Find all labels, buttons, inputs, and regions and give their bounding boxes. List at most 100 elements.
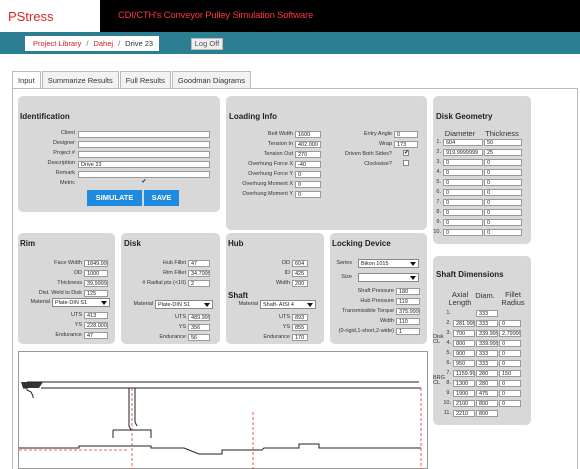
shaft-diameter-field[interactable]: 800 (476, 400, 498, 407)
shaft-diameter-field[interactable]: 333 (476, 350, 498, 357)
disk-diameter-field[interactable]: 919.9999999 (443, 149, 483, 156)
shaft-pressure-field[interactable]: 180 (396, 288, 420, 295)
overhung-moment-y-field[interactable]: 0 (295, 191, 321, 198)
axial-length-field[interactable]: 2100 (453, 400, 475, 407)
fillet-radius-field[interactable]: 0 (499, 320, 521, 327)
fillet-radius-field[interactable]: 0 (499, 340, 521, 347)
disk-diameter-field[interactable]: 0 (443, 229, 483, 236)
rim-od-field[interactable]: 1000 (84, 270, 108, 277)
axial-length-field[interactable]: 950 (453, 360, 475, 367)
shaft-ys-field[interactable]: 855 (292, 324, 308, 331)
disk-uts-field[interactable]: 489.999 (188, 314, 210, 321)
tension-out-field[interactable]: 270 (295, 151, 321, 158)
shaft-diameter-field[interactable]: 280 (476, 370, 498, 377)
shaft-diameter-field[interactable]: 339.999 (476, 330, 498, 337)
overhung-moment-x-field[interactable]: 0 (295, 181, 321, 188)
rim-ys-field[interactable]: 228.000 (84, 322, 108, 329)
clockwise-checkbox[interactable] (403, 160, 409, 166)
rim-uts-field[interactable]: 413 (84, 312, 108, 319)
entry-angle-field[interactable]: 0 (394, 131, 418, 138)
disk-thickness-field[interactable]: 0 (484, 179, 522, 186)
disk-thickness-field[interactable]: 0 (484, 209, 522, 216)
simulate-button[interactable]: SIMULATE (87, 190, 142, 206)
save-button[interactable]: SAVE (144, 190, 179, 206)
radial-pts-field[interactable]: 2 (188, 280, 210, 287)
hub-pressure-field[interactable]: 119 (396, 298, 420, 305)
disk-diameter-field[interactable]: 0 (443, 199, 483, 206)
disk-material-select[interactable]: Plate-DIN S1 (155, 300, 213, 309)
breadcrumb-project-library[interactable]: Project Library (33, 39, 81, 48)
disk-diameter-field[interactable]: 0 (443, 159, 483, 166)
hub-fillet-field[interactable]: 47 (188, 260, 210, 267)
axial-length-field[interactable]: 800 (453, 340, 475, 347)
disk-ys-field[interactable]: 356 (188, 324, 210, 331)
fillet-radius-field[interactable]: 0 (499, 360, 521, 367)
disk-thickness-field[interactable]: 0 (484, 219, 522, 226)
axial-length-field[interactable]: 1300 (453, 380, 475, 387)
disk-diameter-field[interactable]: 604 (443, 139, 483, 146)
disk-thickness-field[interactable]: 0 (484, 159, 522, 166)
disk-thickness-field[interactable]: 50 (484, 139, 522, 146)
disk-thickness-field[interactable]: 0 (484, 229, 522, 236)
disk-diameter-field[interactable]: 0 (443, 179, 483, 186)
disk-diameter-field[interactable]: 0 (443, 219, 483, 226)
fillet-radius-field[interactable]: 2.79999 (499, 330, 521, 337)
shaft-endurance-field[interactable]: 170 (292, 334, 308, 341)
tension-in-field[interactable]: 402.000 (295, 141, 321, 148)
remark-field[interactable] (78, 171, 210, 178)
series-select[interactable]: Bikon 1015 (358, 259, 419, 268)
shaft-diameter-field[interactable]: 280 (476, 380, 498, 387)
designer-field[interactable] (78, 141, 210, 148)
axial-length-field[interactable]: 281.9999 (453, 320, 475, 327)
disk-diameter-field[interactable]: 0 (443, 169, 483, 176)
fillet-radius-field[interactable]: 0 (499, 400, 521, 407)
shaft-diameter-field[interactable]: 333 (476, 310, 498, 317)
fillet-radius-field[interactable]: 0 (499, 380, 521, 387)
description-field[interactable]: Drive 23 (78, 161, 210, 168)
shaft-diameter-field[interactable]: 800 (476, 410, 498, 417)
shaft-diameter-field[interactable]: 333 (476, 360, 498, 367)
wrap-field[interactable]: 173 (394, 141, 418, 148)
axial-length-field[interactable]: 2210 (453, 410, 475, 417)
disk-diameter-field[interactable]: 0 (443, 189, 483, 196)
face-width-field[interactable]: 1849.99 (84, 260, 108, 267)
client-field[interactable] (78, 131, 210, 138)
metric-checkbox[interactable]: ✔ (141, 179, 147, 186)
fillet-radius-field[interactable]: 150 (499, 370, 521, 377)
transmissible-torque-field[interactable]: 375.999 (396, 308, 420, 315)
belt-width-field[interactable]: 1600 (295, 131, 321, 138)
rim-endurance-field[interactable]: 47 (84, 332, 108, 339)
axial-length-field[interactable]: 1159.99 (453, 370, 475, 377)
logoff-button[interactable]: Log Off (191, 38, 223, 50)
shaft-diameter-field[interactable]: 333 (476, 320, 498, 327)
dist-weld-field[interactable]: 125 (84, 290, 108, 297)
hub-width-field[interactable]: 200 (292, 280, 308, 287)
locking-type-field[interactable]: 1 (396, 328, 420, 335)
fillet-radius-field[interactable]: 0 (499, 390, 521, 397)
driven-both-sides-checkbox[interactable]: ✔ (403, 150, 409, 156)
axial-length-field[interactable]: 1900 (453, 390, 475, 397)
disk-diameter-field[interactable]: 0 (443, 209, 483, 216)
axial-length-field[interactable]: 900 (453, 350, 475, 357)
locking-width-field[interactable]: 110 (396, 318, 420, 325)
shaft-diameter-field[interactable]: 475 (476, 390, 498, 397)
disk-thickness-field[interactable]: 0 (484, 199, 522, 206)
overhung-force-x-field[interactable]: -40 (295, 161, 321, 168)
shaft-uts-field[interactable]: 893 (292, 314, 308, 321)
rim-fillet-field[interactable]: 34.7999 (188, 270, 210, 277)
disk-endurance-field[interactable]: 56 (188, 334, 210, 341)
tab-goodman-diagrams[interactable]: Goodman Diagrams (171, 71, 252, 89)
breadcrumb-dahej[interactable]: Dahej (93, 39, 113, 48)
rim-thickness-field[interactable]: 39.9999 (84, 280, 108, 287)
shaft-material-select[interactable]: Shaft- AISI 4 (260, 300, 316, 309)
shaft-diameter-field[interactable]: 339.999 (476, 340, 498, 347)
disk-thickness-field[interactable]: 25 (484, 149, 522, 156)
project-number-field[interactable] (78, 151, 210, 158)
tab-summarize-results[interactable]: Summarize Results (41, 71, 119, 89)
hub-id-field[interactable]: 425 (292, 270, 308, 277)
fillet-radius-field[interactable]: 0 (499, 350, 521, 357)
rim-material-select[interactable]: Plate-DIN S1 (52, 298, 110, 307)
axial-length-field[interactable]: 700 (453, 330, 475, 337)
disk-thickness-field[interactable]: 0 (484, 189, 522, 196)
tab-full-results[interactable]: Full Results (119, 71, 171, 89)
